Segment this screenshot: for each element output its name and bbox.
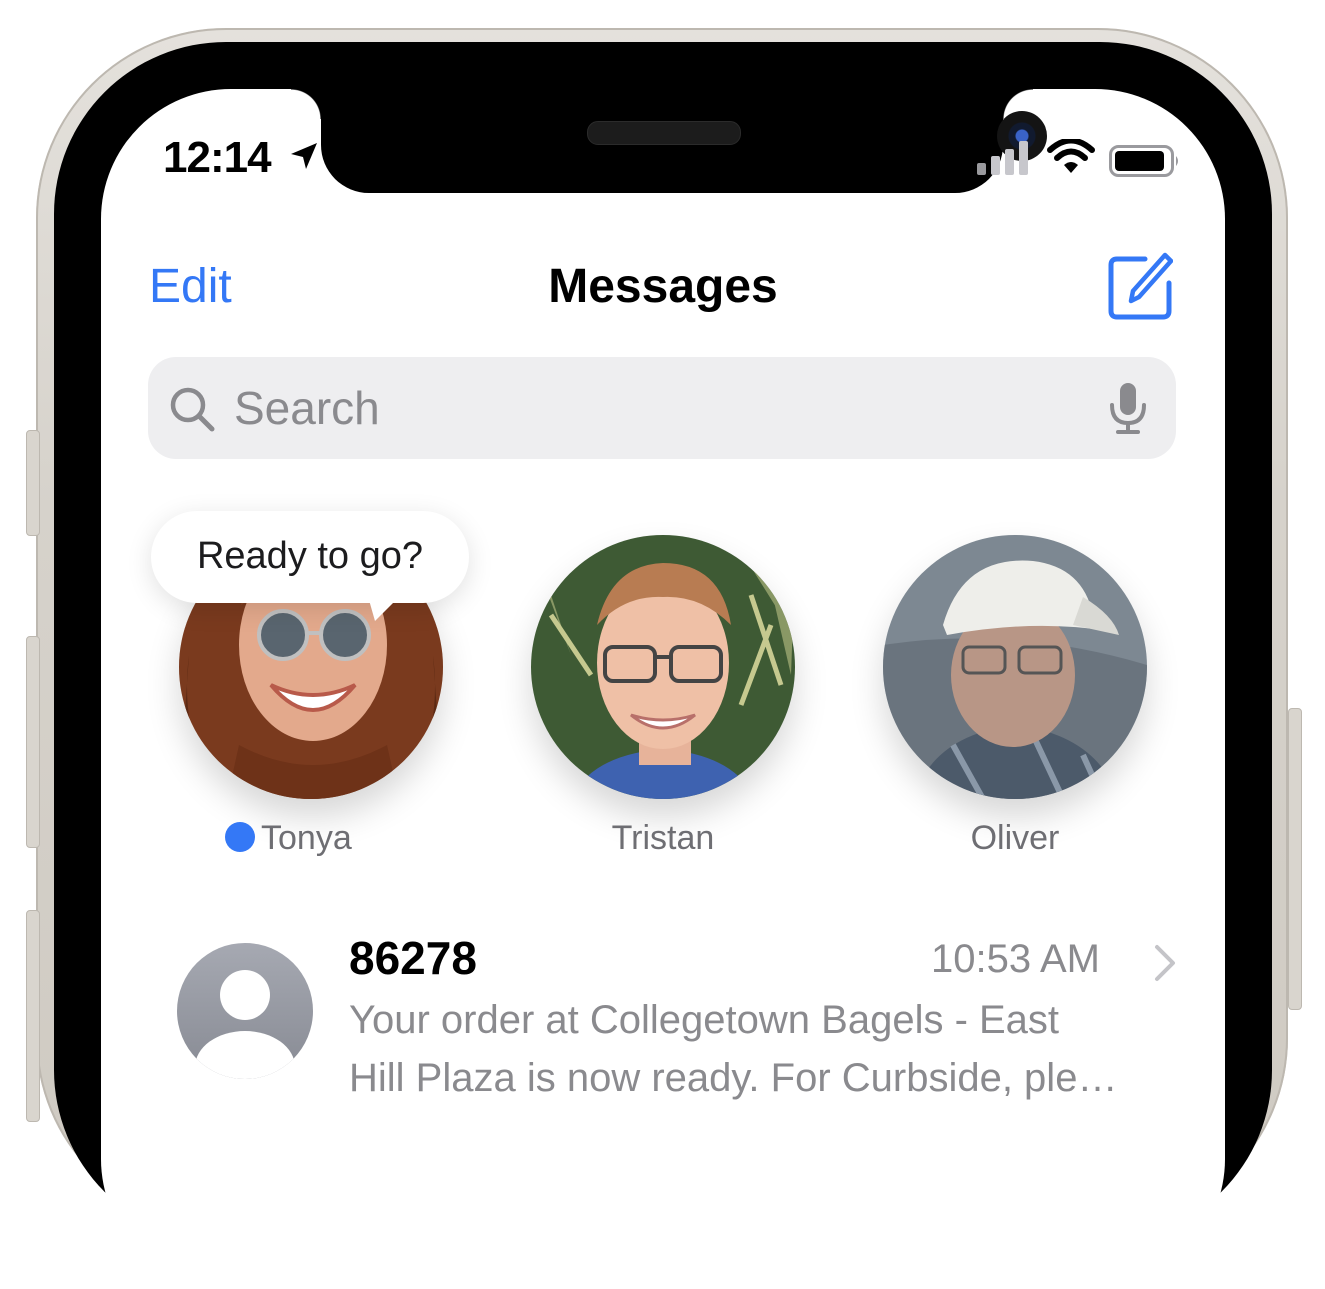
side-button-volume-up (26, 636, 40, 848)
compose-icon[interactable] (1105, 249, 1173, 321)
microphone-icon[interactable] (1108, 381, 1148, 435)
pinned-avatar-tristan[interactable] (531, 535, 795, 799)
side-button-power (1288, 708, 1302, 1010)
pinned-avatar-oliver[interactable] (883, 535, 1147, 799)
oliver-photo (883, 535, 1147, 799)
contact-avatar-icon[interactable] (177, 943, 313, 1079)
tristan-photo (531, 535, 795, 799)
page-title: Messages (548, 260, 778, 313)
conversation-preview: Your order at Collegetown Bagels - East … (349, 991, 1179, 1107)
pinned-name-tristan: Tristan (611, 819, 715, 857)
chevron-right-icon[interactable] (1153, 943, 1177, 983)
search-placeholder: Search (234, 382, 380, 434)
status-time: 12:14 (163, 133, 272, 182)
pinned-name-tonya: Tonya (261, 819, 352, 857)
battery-icon (1109, 145, 1178, 177)
location-arrow-icon (291, 143, 317, 169)
bubble-tail (367, 593, 403, 621)
wifi-icon (1047, 139, 1095, 173)
preview-line-1: Your order at Collegetown Bagels - East (349, 998, 1060, 1042)
pinned-name-oliver: Oliver (970, 819, 1060, 857)
pinned-message-bubble[interactable]: Ready to go? (151, 511, 469, 603)
cellular-signal-icon (977, 141, 1028, 175)
notch (291, 89, 1047, 193)
side-button-action (26, 430, 40, 536)
unread-indicator (225, 822, 255, 852)
search-field[interactable]: Search (148, 357, 1176, 459)
bubble-text: Ready to go? (196, 535, 424, 577)
search-icon (170, 387, 215, 432)
earpiece-speaker (587, 121, 741, 145)
conversation-sender[interactable]: 86278 (349, 931, 477, 985)
side-button-volume-down (26, 910, 40, 1122)
conversation-time: 10:53 AM (931, 937, 1101, 981)
phone-screen: 12:14 Edit Messages Search Ready to go? … (101, 89, 1225, 1289)
preview-line-2: Hill Plaza is now ready. For Curbside, p… (349, 1056, 1118, 1100)
